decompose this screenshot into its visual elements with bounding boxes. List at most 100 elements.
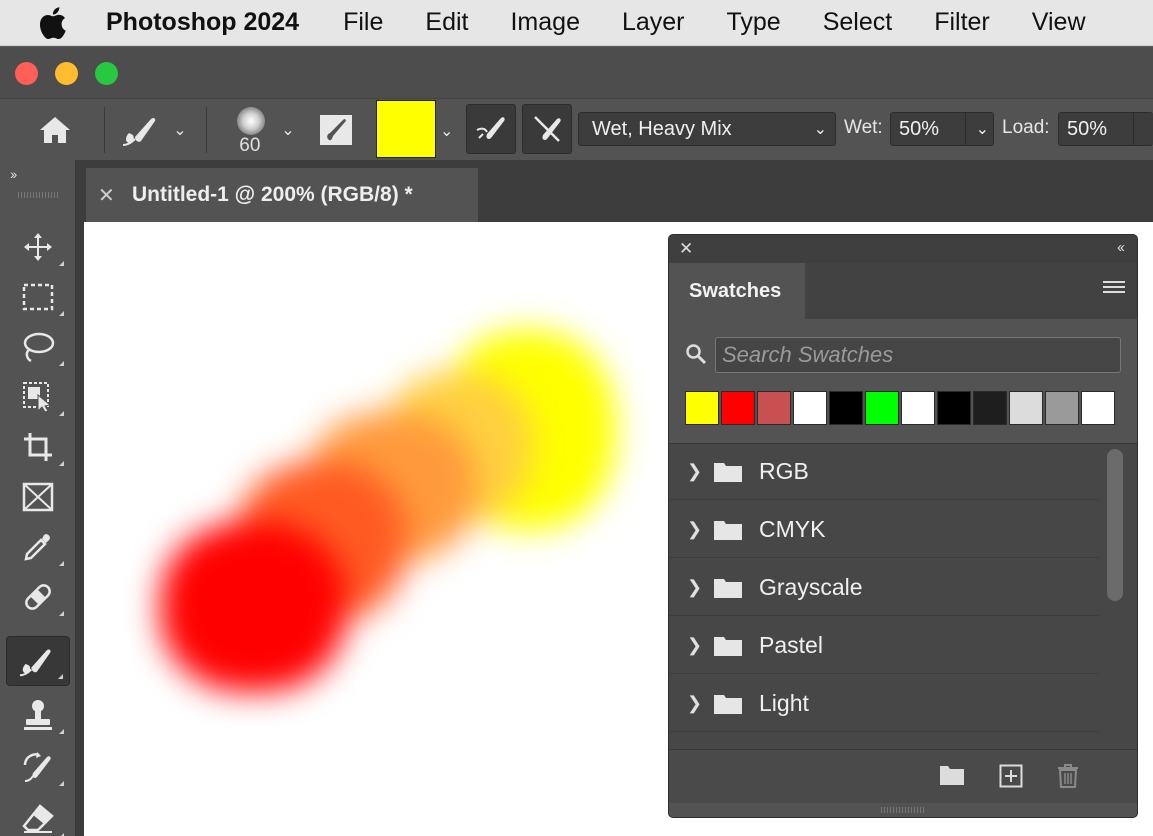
tool-group-indicator bbox=[59, 411, 64, 416]
panel-resize-grip[interactable] bbox=[881, 807, 925, 813]
lasso-tool[interactable] bbox=[6, 322, 70, 372]
rectangular-marquee-icon bbox=[22, 283, 54, 311]
menu-edit[interactable]: Edit bbox=[425, 8, 468, 37]
swatch-group-light[interactable]: ❯ Light bbox=[669, 676, 1099, 732]
healing-brush-tool[interactable] bbox=[6, 572, 70, 622]
toolbar-grip[interactable] bbox=[18, 192, 58, 198]
swatch-group-grayscale[interactable]: ❯ Grayscale bbox=[669, 560, 1099, 616]
frame-tool[interactable] bbox=[6, 472, 70, 522]
brush-tip-icon bbox=[237, 107, 266, 135]
tab-swatches[interactable]: Swatches bbox=[669, 263, 805, 319]
menu-select[interactable]: Select bbox=[823, 8, 892, 37]
current-brush-color-swatch[interactable] bbox=[376, 100, 436, 158]
options-separator bbox=[104, 107, 105, 153]
eyedropper-icon bbox=[24, 534, 50, 561]
window-titlebar bbox=[0, 46, 1153, 98]
stamp-icon bbox=[24, 700, 52, 730]
mixer-brush-tool[interactable] bbox=[6, 636, 70, 686]
panel-menu-icon[interactable] bbox=[1103, 281, 1125, 297]
move-icon bbox=[24, 233, 52, 261]
swatch[interactable] bbox=[1081, 391, 1115, 425]
search-icon bbox=[686, 344, 707, 365]
history-brush-icon bbox=[23, 752, 51, 782]
search-swatches-input[interactable] bbox=[715, 337, 1121, 373]
close-panel-icon[interactable]: ✕ bbox=[679, 239, 693, 259]
load-brush-after-stroke-button[interactable] bbox=[466, 104, 516, 154]
tool-group-indicator bbox=[58, 674, 63, 679]
blend-mode-dropdown[interactable]: Wet, Heavy Mix ⌄ bbox=[578, 112, 836, 146]
swatch-group-label: RGB bbox=[759, 458, 809, 484]
swatch[interactable] bbox=[757, 391, 791, 425]
brush-picker[interactable]: 60 ⌄ bbox=[220, 101, 300, 159]
load-input[interactable]: 50% bbox=[1058, 112, 1153, 146]
folder-icon bbox=[714, 578, 742, 598]
close-window-button[interactable] bbox=[15, 62, 38, 85]
brush-settings-panel-button[interactable] bbox=[318, 112, 354, 148]
swatch-groups-list: ❯ RGB ❯ CMYK ❯ Grayscale ❯ Pastel ❯ Ligh… bbox=[669, 443, 1137, 749]
swatch[interactable] bbox=[901, 391, 935, 425]
swatch[interactable] bbox=[865, 391, 899, 425]
wet-label: Wet: bbox=[844, 117, 883, 138]
options-bar: ⌄ 60 ⌄ ⌄ Wet, Heavy Mix ⌄ Wet: 50% ⌄ Loa… bbox=[0, 98, 1153, 160]
close-document-icon[interactable]: ✕ bbox=[98, 183, 128, 208]
swatches-scrollbar[interactable] bbox=[1107, 449, 1123, 601]
object-selection-tool[interactable] bbox=[6, 372, 70, 422]
swatch-group-rgb[interactable]: ❯ RGB bbox=[669, 444, 1099, 500]
tool-group-indicator bbox=[59, 461, 64, 466]
wet-input[interactable]: 50% ⌄ bbox=[890, 112, 994, 146]
folder-icon bbox=[714, 694, 742, 714]
document-tab[interactable]: ✕ Untitled-1 @ 200% (RGB/8) * bbox=[86, 168, 478, 222]
chevron-right-icon[interactable]: ❯ bbox=[687, 577, 711, 598]
chevron-right-icon[interactable]: ❯ bbox=[687, 519, 711, 540]
collapse-panel-icon[interactable]: ‹‹ bbox=[1117, 239, 1125, 256]
marquee-tool[interactable] bbox=[6, 272, 70, 322]
minimize-window-button[interactable] bbox=[55, 62, 78, 85]
swatch[interactable] bbox=[937, 391, 971, 425]
swatch-group-pastel[interactable]: ❯ Pastel bbox=[669, 618, 1099, 674]
mixer-brush-icon bbox=[123, 117, 156, 146]
tool-preset-picker[interactable]: ⌄ bbox=[112, 112, 196, 148]
zoom-window-button[interactable] bbox=[95, 62, 118, 85]
menu-file[interactable]: File bbox=[343, 8, 383, 37]
swatch[interactable] bbox=[1009, 391, 1043, 425]
load-value: 50% bbox=[1067, 117, 1108, 140]
chevron-right-icon[interactable]: ❯ bbox=[687, 635, 711, 656]
swatch[interactable] bbox=[829, 391, 863, 425]
chevron-down-icon[interactable]: ⌄ bbox=[440, 121, 453, 141]
crop-tool[interactable] bbox=[6, 422, 70, 472]
apple-menu-icon[interactable] bbox=[0, 0, 106, 46]
new-swatch-icon[interactable] bbox=[999, 764, 1023, 788]
swatch-group-label: Pastel bbox=[759, 632, 823, 658]
menu-filter[interactable]: Filter bbox=[934, 8, 990, 37]
menu-layer[interactable]: Layer bbox=[622, 8, 685, 37]
history-brush-tool[interactable] bbox=[6, 742, 70, 792]
clean-brush-after-stroke-button[interactable] bbox=[522, 104, 572, 154]
app-name-menu[interactable]: Photoshop 2024 bbox=[106, 8, 299, 37]
document-tab-bar: ✕ Untitled-1 @ 200% (RGB/8) * bbox=[76, 160, 1153, 222]
swatch-group-cmyk[interactable]: ❯ CMYK bbox=[669, 502, 1099, 558]
swatch[interactable] bbox=[685, 391, 719, 425]
tool-group-indicator bbox=[59, 261, 64, 266]
menu-view[interactable]: View bbox=[1032, 8, 1086, 37]
move-tool[interactable] bbox=[6, 222, 70, 272]
home-button[interactable] bbox=[30, 112, 80, 148]
chevron-right-icon[interactable]: ❯ bbox=[687, 461, 711, 482]
tool-group-indicator bbox=[59, 729, 64, 734]
tool-group-indicator bbox=[59, 561, 64, 566]
chevron-down-icon: ⌄ bbox=[173, 122, 187, 139]
menu-image[interactable]: Image bbox=[510, 8, 579, 37]
expand-panel-icon[interactable]: ›› bbox=[10, 166, 17, 182]
swatch[interactable] bbox=[1045, 391, 1079, 425]
clone-stamp-tool[interactable] bbox=[6, 690, 70, 740]
chevron-right-icon[interactable]: ❯ bbox=[687, 693, 711, 714]
panel-header[interactable]: ✕ ‹‹ bbox=[669, 235, 1137, 263]
new-group-folder-icon[interactable] bbox=[939, 764, 965, 786]
eyedropper-tool[interactable] bbox=[6, 522, 70, 572]
swatch[interactable] bbox=[793, 391, 827, 425]
load-brush-icon bbox=[476, 117, 505, 139]
trash-icon[interactable] bbox=[1057, 764, 1079, 788]
menu-type[interactable]: Type bbox=[727, 8, 781, 37]
eraser-tool[interactable] bbox=[6, 794, 70, 836]
swatch[interactable] bbox=[721, 391, 755, 425]
swatch[interactable] bbox=[973, 391, 1007, 425]
